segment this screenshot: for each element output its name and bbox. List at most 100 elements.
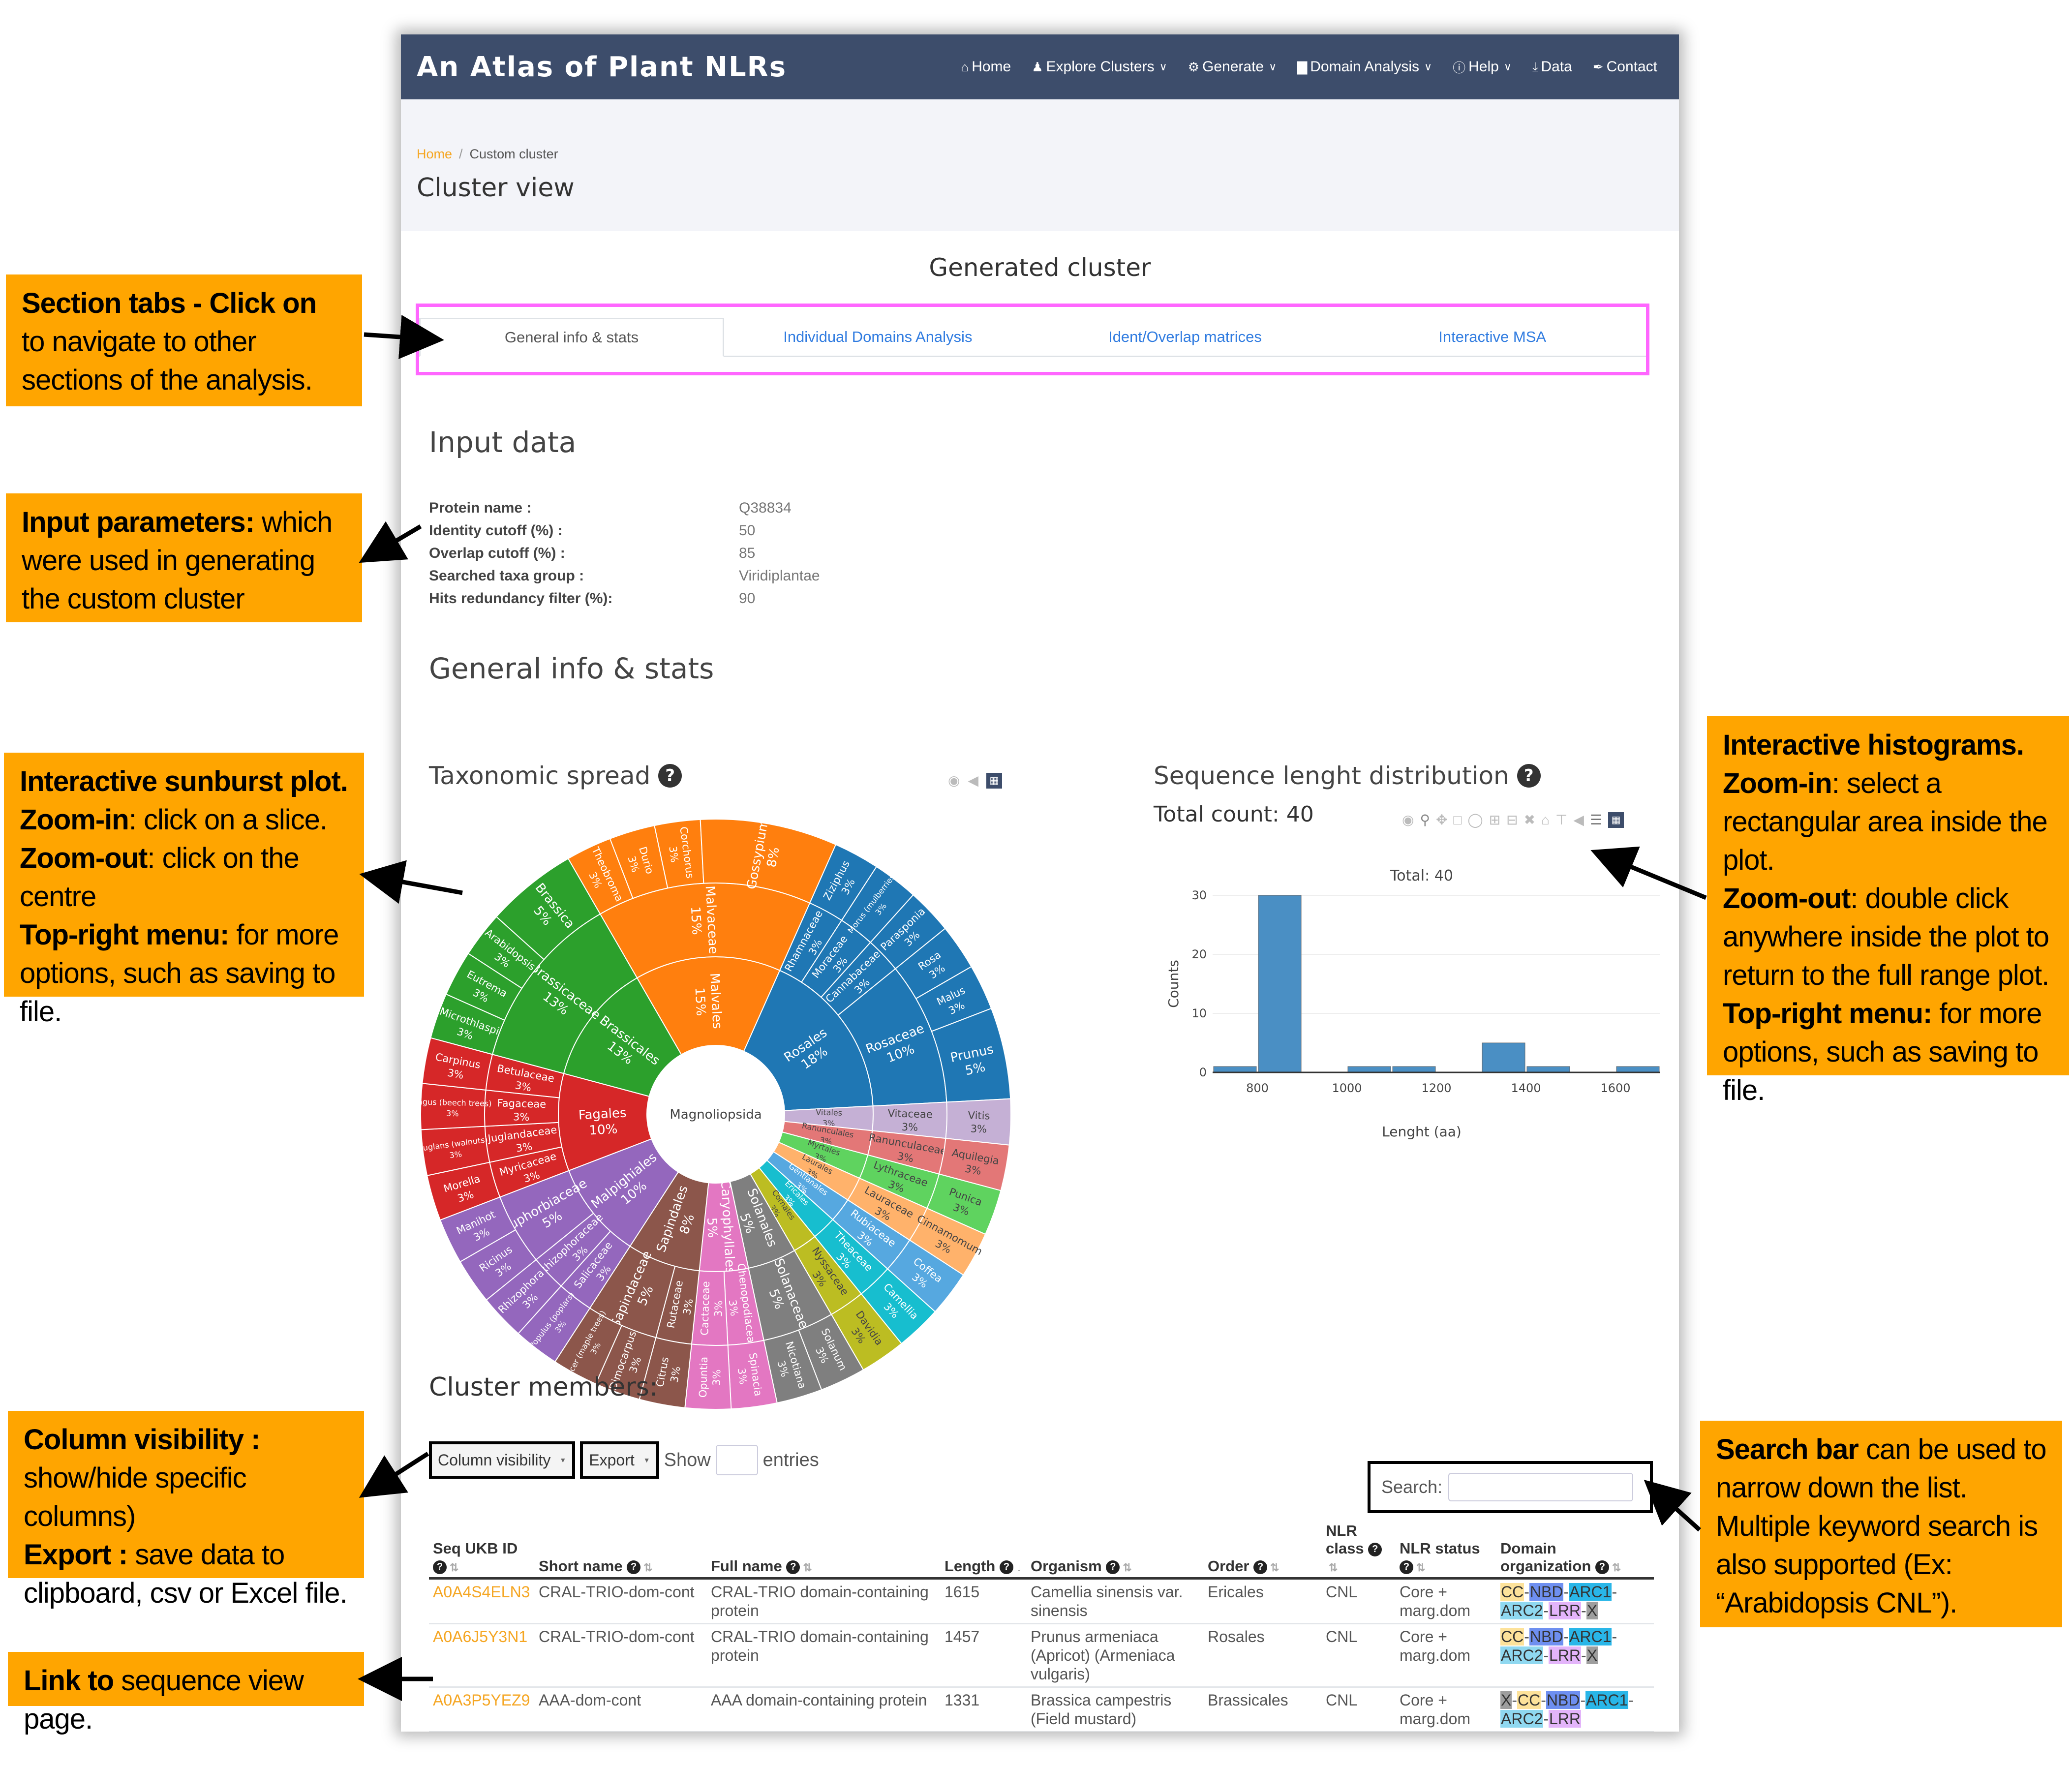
tab-ident-overlap-matrices[interactable]: Ident/Overlap matrices — [1032, 318, 1339, 356]
help-icon[interactable]: ? — [1368, 1542, 1382, 1556]
export-button[interactable]: Export ▼ — [580, 1441, 659, 1479]
pan-icon[interactable]: ✥ — [1436, 812, 1447, 828]
nav-item-help[interactable]: ⓘ Help ∨ — [1453, 58, 1512, 76]
sort-icon[interactable]: ⇅ — [803, 1561, 812, 1574]
seq-id-link[interactable]: A0A6J5Y3N1 — [429, 1623, 535, 1688]
box-select-icon[interactable]: □ — [1453, 812, 1462, 828]
generated-cluster-title: Generated cluster — [929, 253, 1151, 282]
sort-icon[interactable]: ⇅ — [643, 1561, 652, 1574]
column-header-domain-organization[interactable]: Domain organization ? ⇅ — [1496, 1520, 1654, 1580]
family-10-0-pct: 3% — [727, 1299, 740, 1317]
spike-lines-icon[interactable]: ⊤ — [1555, 812, 1567, 828]
chevron-down-icon: ∨ — [1503, 61, 1512, 73]
genus-13-2-0-name: Fagus (beech trees) — [421, 1097, 492, 1108]
domain-chip-lrr: LRR — [1549, 1710, 1582, 1728]
taxonomic-sunburst-chart[interactable]: Malvales15%Malvaceae15%Theobroma3%Durio3… — [421, 807, 1011, 1422]
column-header-nlr-class[interactable]: NLR class ? ⇅ — [1322, 1520, 1396, 1580]
nlr-class: CNL — [1322, 1578, 1396, 1624]
column-visibility-button[interactable]: Column visibility ▼ — [429, 1441, 576, 1479]
help-icon[interactable]: ? — [627, 1560, 641, 1574]
plotly-tag-icon[interactable]: ◀ — [968, 772, 978, 789]
histogram-bar[interactable] — [1392, 1066, 1436, 1073]
camera-icon[interactable]: ◉ — [1402, 812, 1414, 828]
annotation-search-bar: Search bar can be used to narrow down th… — [1700, 1421, 2062, 1627]
domain-chip-nbd: NBD — [1529, 1583, 1564, 1601]
chevron-down-icon: ∨ — [1269, 61, 1277, 73]
nlr-status: Core + marg.dom — [1396, 1623, 1496, 1688]
nav-item-domain-analysis[interactable]: ▇ Domain Analysis ∨ — [1297, 59, 1432, 75]
histogram-bar[interactable] — [1213, 1066, 1257, 1073]
column-header-seq-ukb-id[interactable]: Seq UKB ID ? ⇅ — [429, 1520, 535, 1580]
column-header-short-name[interactable]: Short name ? ⇅ — [535, 1520, 707, 1580]
y-tick-label: 30 — [1191, 888, 1207, 902]
seq-id-link[interactable]: A0A4S4ELN3 — [429, 1578, 535, 1624]
seq-id-link[interactable]: A0A3P5YEZ9 — [429, 1687, 535, 1732]
help-icon[interactable]: ? — [1106, 1560, 1120, 1574]
entries-select[interactable] — [715, 1445, 758, 1475]
family-2-0-name: Vitaceae — [887, 1107, 933, 1120]
sort-icon[interactable]: ⇅ — [1270, 1561, 1279, 1574]
domain-chip-cc: CC — [1500, 1628, 1524, 1645]
tab-interactive-msa[interactable]: Interactive MSA — [1339, 318, 1646, 356]
sequence-length-histogram[interactable]: Total: 40 0 10 20 30 800 1000 1200 1400 1600 Lengh… — [1158, 866, 1670, 1186]
breadcrumb-home-link[interactable]: Home — [417, 147, 452, 161]
help-icon[interactable]: ? — [1517, 764, 1541, 788]
help-icon[interactable]: ? — [658, 764, 682, 788]
x-tick-label: 1400 — [1511, 1081, 1541, 1095]
plotly-logo-icon[interactable]: ▦ — [1608, 812, 1624, 828]
family-13-1-pct: 3% — [515, 1140, 533, 1154]
sort-icon[interactable]: ⇅ — [1612, 1561, 1621, 1574]
family-13-2-name: Fagaceae — [497, 1097, 546, 1110]
nav-item-contact[interactable]: ✒ Contact — [1593, 59, 1657, 75]
nav-item-generate[interactable]: ⚙ Generate ∨ — [1188, 59, 1277, 75]
camera-icon[interactable]: ◉ — [948, 772, 960, 789]
column-header-length[interactable]: Length ? ↓ — [941, 1520, 1027, 1580]
input-params: Protein name : Q38834 Identity cutoff (%) … — [429, 497, 820, 610]
autoscale-icon[interactable]: ✖ — [1524, 812, 1535, 828]
help-icon[interactable]: ? — [1595, 1560, 1609, 1574]
help-icon[interactable]: ? — [786, 1560, 800, 1574]
lasso-icon[interactable]: ◯ — [1467, 812, 1483, 828]
family-0-0-pct: 15% — [688, 906, 704, 935]
hover-compare-icon[interactable]: ☰ — [1590, 812, 1602, 828]
reset-axes-icon[interactable]: ⌂ — [1541, 812, 1550, 828]
column-header-organism[interactable]: Organism ? ⇅ — [1027, 1520, 1204, 1580]
histogram-bar[interactable] — [1258, 895, 1302, 1073]
tab-individual-domains-analysis[interactable]: Individual Domains Analysis — [724, 318, 1032, 356]
column-header-full-name[interactable]: Full name ? ⇅ — [707, 1520, 941, 1580]
param-value: 50 — [739, 522, 756, 539]
site-brand[interactable]: An Atlas of Plant NLRs — [417, 51, 787, 83]
hover-closest-icon[interactable]: ◀ — [1573, 812, 1584, 828]
zoom-out-icon[interactable]: ⊟ — [1506, 812, 1518, 828]
nav-item-explore-clusters[interactable]: ♟ Explore Clusters ∨ — [1032, 59, 1167, 75]
zoom-icon[interactable]: ⚲ — [1420, 812, 1430, 828]
help-icon[interactable]: ? — [433, 1560, 447, 1574]
organism: Camellia sinensis var. sinensis — [1027, 1578, 1204, 1624]
sort-icon[interactable]: ⇅ — [1416, 1561, 1425, 1574]
full-name: AAA domain-containing protein — [707, 1687, 941, 1732]
annotation-bold: Interactive histograms. — [1723, 729, 2024, 761]
sort-icon[interactable]: ⇅ — [1123, 1561, 1131, 1574]
zoom-in-icon[interactable]: ⊞ — [1489, 812, 1500, 828]
section-tabs: General info & stats Individual Domains A… — [419, 318, 1646, 357]
help-icon[interactable]: ? — [1253, 1560, 1268, 1574]
param-value: 90 — [739, 590, 756, 607]
nav-item-home[interactable]: ⌂ Home — [961, 59, 1011, 75]
column-header-nlr-status[interactable]: NLR status ? ⇅ — [1396, 1520, 1496, 1580]
sort-icon[interactable]: ⇅ — [450, 1561, 458, 1574]
tab-general-info-stats[interactable]: General info & stats — [419, 318, 724, 357]
histogram-bar[interactable] — [1347, 1066, 1391, 1073]
plotly-logo-icon[interactable]: ▦ — [986, 772, 1002, 789]
help-icon[interactable]: ? — [1400, 1560, 1413, 1574]
column-header-order[interactable]: Order ? ⇅ — [1204, 1520, 1322, 1580]
histogram-bar[interactable] — [1616, 1066, 1660, 1073]
sort-icon[interactable]: ⇅ — [1329, 1561, 1338, 1574]
histogram-bar[interactable] — [1526, 1066, 1570, 1073]
search-input[interactable] — [1448, 1473, 1634, 1501]
nav-item-data[interactable]: ⤓ Data — [1532, 59, 1572, 75]
sunburst-slice-genus-vitis[interactable] — [945, 1098, 1011, 1146]
column-header-label: Full name — [711, 1557, 782, 1575]
help-icon[interactable]: ? — [999, 1560, 1013, 1574]
sort-icon[interactable]: ↓ — [1016, 1561, 1022, 1574]
histogram-bar[interactable] — [1482, 1042, 1525, 1073]
